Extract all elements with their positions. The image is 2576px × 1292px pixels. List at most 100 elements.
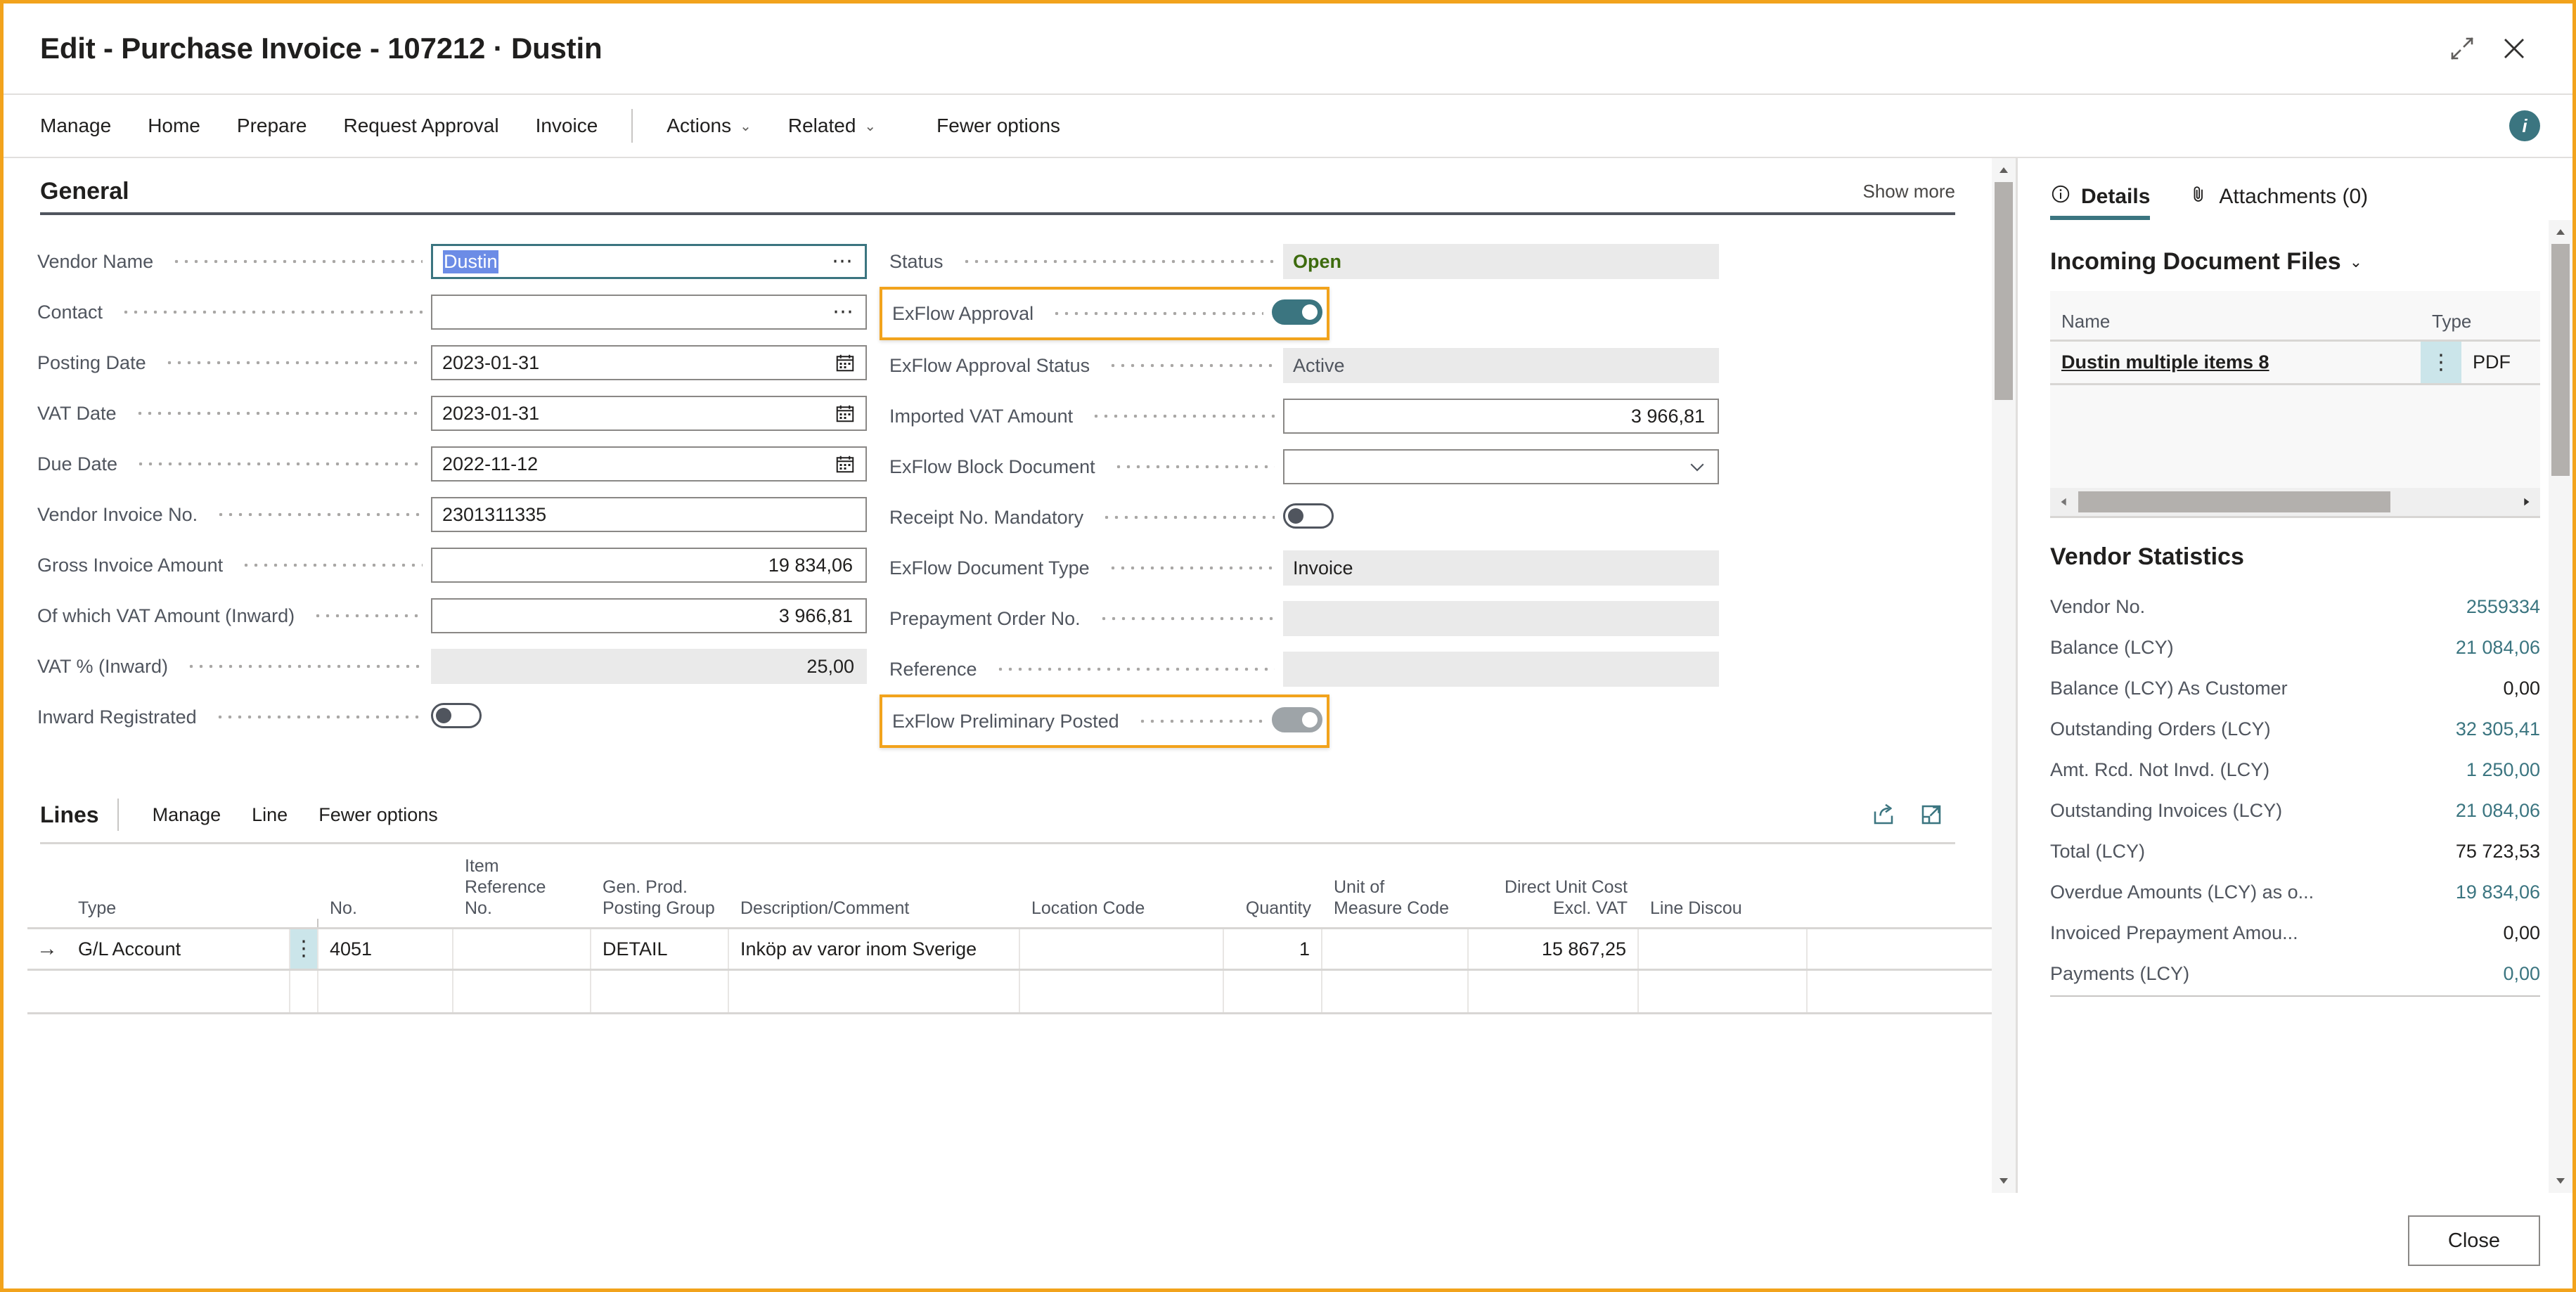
stat-value[interactable]: 21 084,06	[2456, 800, 2540, 822]
cell-type-empty[interactable]	[67, 971, 290, 1012]
column-header-gen-prod-posting-group[interactable]: Gen. Prod. Posting Group	[591, 877, 729, 927]
cell-gen-prod-posting-group[interactable]: DETAIL	[591, 929, 729, 969]
cell-type[interactable]: G/L Account	[67, 929, 290, 969]
due-date-input[interactable]: 2022-11-12	[431, 446, 867, 482]
imported-vat-amount-input[interactable]: 3 966,81	[1283, 399, 1719, 434]
ribbon-item-actions[interactable]: Actions ⌄	[648, 104, 770, 148]
column-header-item-reference-no[interactable]: Item Reference No.	[453, 855, 591, 927]
stat-value[interactable]: 1 250,00	[2466, 759, 2540, 781]
cell-description[interactable]: Inköp av varor inom Sverige	[729, 929, 1020, 969]
calendar-icon[interactable]	[835, 352, 856, 373]
lookup-ellipsis-icon[interactable]: ⋯	[832, 302, 856, 323]
cell-direct-unit-cost-empty[interactable]	[1469, 971, 1639, 1012]
restore-down-icon[interactable]	[2436, 22, 2488, 75]
calendar-icon[interactable]	[835, 453, 856, 474]
row-more-options-icon[interactable]: ⋮	[290, 929, 318, 969]
column-header-unit-of-measure-code[interactable]: Unit of Measure Code	[1322, 877, 1469, 927]
ribbon-item-prepare[interactable]: Prepare	[219, 104, 326, 148]
factbox-vertical-scrollbar[interactable]	[2549, 220, 2572, 1193]
ribbon-item-related[interactable]: Related ⌄	[770, 104, 894, 148]
column-header-no[interactable]: No.	[318, 898, 453, 927]
gross-invoice-amount-input[interactable]: 19 834,06	[431, 548, 867, 583]
ribbon-item-home[interactable]: Home	[129, 104, 219, 148]
scroll-left-arrow-icon[interactable]	[2050, 496, 2078, 508]
lines-menu-fewer-options[interactable]: Fewer options	[303, 804, 453, 826]
column-header-description-comment[interactable]: Description/Comment	[729, 898, 1020, 927]
scroll-up-arrow-icon[interactable]	[1992, 158, 2016, 182]
document-file-row[interactable]: Dustin multiple items 8 ⋮ PDF	[2050, 342, 2540, 385]
cell-line-discount[interactable]	[1639, 929, 1808, 969]
exflow-approval-toggle[interactable]	[1272, 299, 1322, 325]
scrollbar-thumb[interactable]	[2551, 244, 2570, 476]
document-files-horizontal-scrollbar[interactable]	[2050, 488, 2540, 516]
ribbon-item-fewer-options[interactable]: Fewer options	[918, 104, 1078, 148]
column-header-direct-unit-cost[interactable]: Direct Unit Cost Excl. VAT	[1469, 877, 1639, 927]
cell-no[interactable]: 4051	[318, 929, 453, 969]
show-more-link[interactable]: Show more	[1863, 181, 1956, 205]
close-icon[interactable]	[2488, 22, 2540, 75]
scrollbar-track[interactable]	[2549, 244, 2572, 1169]
lines-menu-line[interactable]: Line	[236, 804, 303, 826]
incoming-document-files-header[interactable]: Incoming Document Files ⌄	[2050, 248, 2540, 276]
cell-unit-of-measure-code[interactable]	[1322, 929, 1469, 969]
inward-registrated-toggle[interactable]	[431, 702, 482, 728]
column-header-name[interactable]: Name	[2050, 311, 2421, 340]
stat-value[interactable]: 21 084,06	[2456, 637, 2540, 659]
exflow-block-document-select[interactable]	[1283, 449, 1719, 484]
column-header-type[interactable]: Type	[2421, 311, 2540, 340]
column-header-quantity[interactable]: Quantity	[1224, 898, 1322, 927]
cell-no-empty[interactable]	[318, 971, 453, 1012]
cell-item-reference-no-empty[interactable]	[453, 971, 591, 1012]
stat-value[interactable]: 2559334	[2466, 596, 2540, 618]
vendor-name-input[interactable]: Dustin ⋯	[431, 244, 867, 279]
cell-description-empty[interactable]	[729, 971, 1020, 1012]
scroll-right-arrow-icon[interactable]	[2512, 496, 2540, 508]
chevron-down-icon[interactable]	[1687, 456, 1708, 477]
share-icon[interactable]	[1860, 802, 1907, 827]
info-badge-icon[interactable]: i	[2509, 110, 2540, 141]
calendar-icon[interactable]	[835, 403, 856, 424]
close-button[interactable]: Close	[2408, 1215, 2540, 1266]
open-in-new-window-icon[interactable]	[1907, 802, 1955, 827]
lines-menu-manage[interactable]: Manage	[137, 804, 237, 826]
cell-line-discount-empty[interactable]	[1639, 971, 1808, 1012]
posting-date-input[interactable]: 2023-01-31	[431, 345, 867, 380]
scroll-down-arrow-icon[interactable]	[2549, 1169, 2572, 1193]
of-which-vat-amount-input[interactable]: 3 966,81	[431, 598, 867, 633]
cell-gen-prod-posting-group-empty[interactable]	[591, 971, 729, 1012]
lookup-ellipsis-icon[interactable]: ⋯	[832, 251, 855, 272]
scroll-down-arrow-icon[interactable]	[1992, 1169, 2016, 1193]
vat-date-input[interactable]: 2023-01-31	[431, 396, 867, 431]
cell-location-code-empty[interactable]	[1020, 971, 1224, 1012]
ribbon-item-invoice[interactable]: Invoice	[517, 104, 617, 148]
chevron-down-icon[interactable]: ⌄	[2350, 253, 2362, 271]
cell-unit-of-measure-code-empty[interactable]	[1322, 971, 1469, 1012]
exflow-preliminary-posted-toggle[interactable]	[1272, 706, 1322, 732]
hscrollbar-thumb[interactable]	[2078, 491, 2391, 512]
column-header-location-code[interactable]: Location Code	[1020, 898, 1224, 927]
scroll-up-arrow-icon[interactable]	[2549, 220, 2572, 244]
document-file-name-link[interactable]: Dustin multiple items 8	[2050, 342, 2421, 383]
stat-value[interactable]: 32 305,41	[2456, 718, 2540, 740]
table-row[interactable]: → G/L Account ⋮ 4051 DETAIL Inköp av var…	[27, 927, 1993, 971]
ribbon-item-manage[interactable]: Manage	[40, 104, 129, 148]
contact-input[interactable]: ⋯	[431, 295, 867, 330]
scrollbar-thumb[interactable]	[1995, 182, 2013, 400]
stat-value[interactable]: 19 834,06	[2456, 881, 2540, 903]
scrollbar-track[interactable]	[1992, 182, 2016, 1169]
column-header-line-discount[interactable]: Line Discou	[1639, 898, 1808, 927]
cell-direct-unit-cost[interactable]: 15 867,25	[1469, 929, 1639, 969]
tab-attachments[interactable]: Attachments (0)	[2188, 183, 2368, 220]
cell-quantity[interactable]: 1	[1224, 929, 1322, 969]
column-header-type[interactable]: Type	[67, 898, 290, 927]
cell-item-reference-no[interactable]	[453, 929, 591, 969]
vendor-invoice-no-input[interactable]: 2301311335	[431, 497, 867, 532]
receipt-no-mandatory-toggle[interactable]	[1283, 503, 1334, 529]
hscrollbar-track[interactable]	[2078, 488, 2512, 516]
more-options-icon[interactable]: ⋮	[2421, 342, 2461, 383]
stat-value[interactable]: 0,00	[2503, 963, 2540, 985]
cell-quantity-empty[interactable]	[1224, 971, 1322, 1012]
ribbon-item-request-approval[interactable]: Request Approval	[326, 104, 517, 148]
cell-location-code[interactable]	[1020, 929, 1224, 969]
tab-details[interactable]: Details	[2050, 183, 2151, 220]
